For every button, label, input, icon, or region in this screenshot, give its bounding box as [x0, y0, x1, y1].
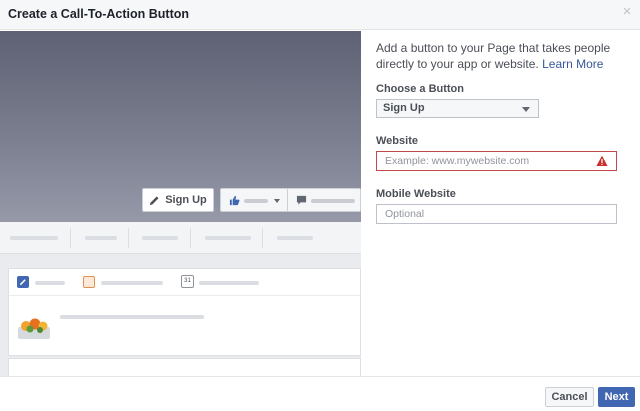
mobile-website-placeholder: Optional: [385, 208, 425, 220]
preview-cta-button: Sign Up: [142, 188, 214, 212]
choose-button-label: Choose a Button: [376, 83, 464, 95]
tab-placeholder: [199, 281, 259, 285]
dialog-footer: Cancel Next: [0, 376, 640, 411]
dialog-header: Create a Call-To-Action Button ×: [0, 0, 640, 30]
preview-message-button: [287, 188, 361, 212]
message-placeholder: [311, 199, 355, 203]
cta-dialog: Create a Call-To-Action Button × Sign Up: [0, 0, 640, 411]
cta-form: Add a button to your Page that takes peo…: [362, 31, 640, 376]
dialog-title: Create a Call-To-Action Button: [8, 7, 190, 21]
pencil-icon: [150, 195, 159, 205]
composer-card: 31: [8, 268, 361, 356]
mobile-website-input[interactable]: Optional: [376, 204, 617, 224]
next-button[interactable]: Next: [598, 387, 635, 407]
chevron-down-icon: [274, 199, 280, 203]
learn-more-link[interactable]: Learn More: [542, 57, 603, 71]
nav-placeholder: [205, 236, 251, 240]
chevron-down-icon: [522, 107, 530, 112]
preview-like-button: [220, 188, 288, 212]
status-edit-icon: [17, 276, 29, 288]
intro-text: Add a button to your Page that takes peo…: [376, 41, 634, 72]
post-placeholder: [60, 315, 204, 319]
nav-placeholder: [85, 236, 117, 240]
nav-divider: [70, 228, 71, 248]
preview-cta-label: Sign Up: [165, 194, 207, 206]
nav-placeholder: [142, 236, 178, 240]
tab-placeholder: [35, 281, 65, 285]
page-nav-bar: [0, 222, 361, 254]
warning-icon: [596, 155, 608, 166]
close-icon[interactable]: ×: [620, 4, 634, 19]
photo-icon: [83, 276, 95, 288]
tab-placeholder: [101, 281, 163, 285]
fruit-basket-icon: [18, 318, 50, 339]
nav-divider: [262, 228, 263, 248]
mobile-website-label: Mobile Website: [376, 188, 456, 200]
website-input[interactable]: Example: www.mywebsite.com: [376, 151, 617, 171]
calendar-day: 31: [184, 278, 191, 284]
website-label: Website: [376, 135, 418, 147]
nav-divider: [128, 228, 129, 248]
button-type-value: Sign Up: [383, 102, 425, 114]
thumbs-up-icon: [229, 195, 240, 206]
like-placeholder: [244, 199, 268, 203]
message-icon: [296, 195, 307, 205]
button-type-select[interactable]: Sign Up: [376, 99, 539, 118]
feed-card: [8, 358, 361, 376]
cancel-button[interactable]: Cancel: [545, 387, 594, 407]
nav-placeholder: [10, 236, 58, 240]
nav-divider: [190, 228, 191, 248]
website-placeholder: Example: www.mywebsite.com: [385, 155, 530, 167]
calendar-icon: 31: [181, 275, 194, 288]
page-preview: Sign Up 31: [0, 31, 361, 376]
composer-tabs: 31: [9, 269, 361, 296]
nav-placeholder: [277, 236, 313, 240]
